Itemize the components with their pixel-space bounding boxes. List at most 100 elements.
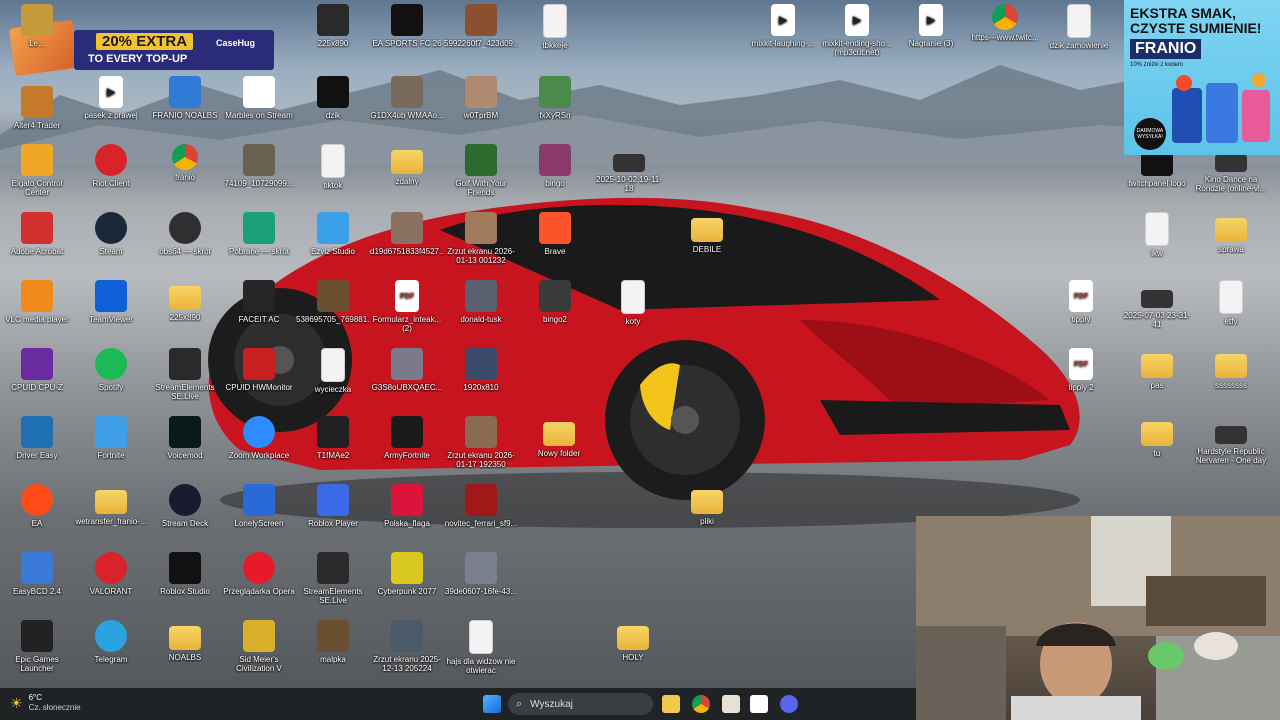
desktop-icon-streamdeck[interactable]: Stream Deck <box>148 484 222 528</box>
discord-icon[interactable] <box>780 695 798 713</box>
desktop-icon-mixkit1[interactable]: ▶ mixkit-laughing-... <box>746 4 820 48</box>
desktop-icon-opera[interactable]: Przeglądarka Opera <box>222 552 296 596</box>
desktop-icon-fortnite[interactable]: Fortnite <box>74 416 148 460</box>
desktop-icon-w0tprbm[interactable]: w0TprBM <box>444 76 518 120</box>
desktop-icon-franio-noalbs[interactable]: FRANIO NOALBS <box>148 76 222 120</box>
desktop-icon-faceit[interactable]: FACEIT AC <box>222 280 296 324</box>
desktop-icon-lonely[interactable]: LonelyScreen <box>222 484 296 528</box>
app-icon[interactable] <box>722 695 740 713</box>
desktop-icon-g3s8[interactable]: G3S8oUBXQAEC... <box>370 348 444 392</box>
desktop-icon-easybcd[interactable]: EasyBCD 2.4 <box>0 552 74 596</box>
file-explorer-icon[interactable] <box>662 695 680 713</box>
desktop-icon-dzik1[interactable]: dzik <box>296 76 370 120</box>
desktop-icon-riot-client[interactable]: Riot Client <box>74 144 148 188</box>
desktop-icon-se-live2[interactable]: StreamElements SE.Live <box>296 552 370 605</box>
desktop-icon-dzik-zam[interactable]: dzik zamowienie <box>1042 4 1116 50</box>
desktop-icon-lkw[interactable]: lkw <box>1120 212 1194 258</box>
desktop-icon-bingo[interactable]: bingo <box>518 144 592 188</box>
desktop-icon-pasek[interactable]: ▶ pasek z prawej <box>74 76 148 120</box>
desktop-icon-telegram[interactable]: Telegram <box>74 620 148 664</box>
desktop-icon-teamviewer[interactable]: TeamViewer <box>74 280 148 324</box>
desktop-icon-bingo2[interactable]: bingo2 <box>518 280 592 324</box>
desktop-icon-59926[interactable]: 5992260f7_423d09... <box>444 4 518 48</box>
desktop-icon-valorant[interactable]: VALORANT <box>74 552 148 596</box>
desktop-icon-roblox-player[interactable]: Roblox Player <box>296 484 370 528</box>
desktop-icon-elgato[interactable]: Elgato Control Center <box>0 144 74 197</box>
desktop-icon-cpuz[interactable]: CPUID CPU-Z <box>0 348 74 392</box>
desktop-icon-sprawa[interactable]: sprawa <box>1194 212 1268 254</box>
desktop-icon-zrzut1[interactable]: Zrzut ekranu 2026-01-13 001232 <box>444 212 518 265</box>
weather-widget[interactable]: ☀ 6°C Cz. słonecznie <box>10 693 81 713</box>
desktop-icon-golf[interactable]: Golf With Your Friends <box>444 144 518 197</box>
desktop-icon-cyberpunk[interactable]: Cyberpunk 2077 <box>370 552 444 596</box>
desktop-icon-debile[interactable]: DEBILE <box>670 212 744 254</box>
desktop-icon-video2025[interactable]: 2025-10-02 19-11-18 <box>592 144 666 193</box>
desktop-icon-zrzut2[interactable]: Zrzut ekranu 2026-01-17 192350 <box>444 416 518 469</box>
desktop-icon-newfolder[interactable]: Nowy folder <box>522 416 596 458</box>
notepad-icon[interactable] <box>750 695 768 713</box>
desktop-icon-ea[interactable]: EA <box>0 484 74 528</box>
desktop-icon-brave[interactable]: Brave <box>518 212 592 256</box>
desktop-icon-steam[interactable]: Steam <box>74 212 148 256</box>
desktop-icon-wetransfer[interactable]: wetransfer_franio-... <box>74 484 148 526</box>
desktop-icon-d19d[interactable]: d19d6751833f4527... <box>370 212 444 256</box>
desktop-icon-tu[interactable]: tu <box>1120 416 1194 458</box>
desktop-icon-tiktok[interactable]: tiktok <box>296 144 370 190</box>
desktop-icon-img5386[interactable]: 538695705_769881... <box>296 280 370 324</box>
desktop-icon-39de[interactable]: 39de0607-16fe-43... <box>444 552 518 596</box>
desktop-icon-donald[interactable]: donald-tusk <box>444 280 518 324</box>
chrome-icon[interactable] <box>692 695 710 713</box>
desktop-icon-hardstyle[interactable]: Hardstyle Republic Nervaren - One day <box>1194 416 1268 465</box>
desktop-icon-wycieczka[interactable]: wycieczka <box>296 348 370 394</box>
desktop-icon-pas[interactable]: pas <box>1120 348 1194 390</box>
desktop-icon-video0723[interactable]: 2025-07-03 23-31-41 <box>1120 280 1194 329</box>
desktop-icon-pobrane[interactable]: Pobrane — skrót <box>222 212 296 256</box>
desktop-icon-polska[interactable]: Polska_flaga <box>370 484 444 528</box>
desktop-icon-altair[interactable]: Alter4 Trader <box>0 86 74 130</box>
search-box[interactable]: ⌕ Wyszukaj <box>508 693 653 715</box>
desktop-icon-roblox-studio[interactable]: Roblox Studio <box>148 552 222 596</box>
desktop-icon-holy[interactable]: HOLY <box>596 620 670 662</box>
desktop-icon-voicemod[interactable]: Voicemod <box>148 416 222 460</box>
desktop-icon-225x890b[interactable]: 225x890 <box>296 4 370 48</box>
desktop-icon-novitec[interactable]: novitec_ferrari_sf9... <box>444 484 518 528</box>
desktop-icon-vlc[interactable]: VLC media player <box>0 280 74 324</box>
desktop-icon-tipply[interactable]: PDF tipply <box>1044 280 1118 324</box>
desktop-icon-1920x810[interactable]: 1920x810 <box>444 348 518 392</box>
desktop-icon-koty[interactable]: koty <box>596 280 670 326</box>
desktop-icon-spotify[interactable]: Spotify <box>74 348 148 392</box>
desktop-icon-tipply2[interactable]: PDF tipply 2 <box>1044 348 1118 392</box>
desktop-icon-marbles[interactable]: Marbles on Stream <box>222 76 296 120</box>
desktop-icon-noalbs[interactable]: NOALBS <box>148 620 222 662</box>
desktop-icon-riot1[interactable]: Le... <box>0 4 74 48</box>
desktop-icon-fc26[interactable]: EA SPORTS FC 26 <box>370 4 444 48</box>
desktop-icon-img74[interactable]: 74109_10729099... <box>222 144 296 188</box>
desktop-icon-hwmonitor[interactable]: CPUID HWMonitor <box>222 348 296 392</box>
desktop-icon-sssssss[interactable]: ssssssss <box>1194 348 1268 390</box>
desktop-icon-epic[interactable]: Epic Games Launcher <box>0 620 74 673</box>
desktop-icon-driver[interactable]: Driver Easy <box>0 416 74 460</box>
desktop-icon-franio-chrome[interactable]: franio <box>148 144 222 182</box>
desktop-icon-zdalny[interactable]: zdalny <box>370 144 444 186</box>
desktop-icon-malpka[interactable]: malpka <box>296 620 370 664</box>
desktop-icon-mixkit2[interactable]: ▶ mixkit-ending-sho...(mp3cut.net) <box>820 4 894 57</box>
desktop-icon-armyfortnite[interactable]: ArmyFortnite <box>370 416 444 460</box>
desktop-icon-acrobat[interactable]: Adobe Acrobat <box>0 212 74 256</box>
desktop-icon-tbkkeje[interactable]: tbkkeje <box>518 4 592 50</box>
desktop-icon-fxxyrsn[interactable]: fxXyRSn <box>518 76 592 120</box>
desktop-icon-zoom[interactable]: Zoom Workplace <box>222 416 296 460</box>
desktop-icon-ezviz[interactable]: Ezviz Studio <box>296 212 370 256</box>
desktop-icon-225x90[interactable]: 225x890 <box>148 280 222 322</box>
start-icon[interactable] <box>483 695 501 713</box>
desktop-icon-pliki[interactable]: pliki <box>670 484 744 526</box>
desktop-icon-hajs[interactable]: hajs dla widzow nie otwierac <box>444 620 518 675</box>
desktop-icon-civ5[interactable]: Sid Meier's Civilization V <box>222 620 296 673</box>
desktop-icon-obs[interactable]: obs64 — skrót <box>148 212 222 256</box>
desktop-icon-streamelements[interactable]: StreamElements SE.Live <box>148 348 222 401</box>
desktop-icon-g1dx[interactable]: G1DX4ub WMAAo... <box>370 76 444 120</box>
desktop-icon-etfy[interactable]: etfy <box>1194 280 1268 326</box>
desktop-icon-nagranie[interactable]: ▶ Nagranie (3) <box>894 4 968 48</box>
desktop-icon-zrzut3[interactable]: Zrzut ekranu 2025-12-13 205224 <box>370 620 444 673</box>
desktop-icon-twitch[interactable]: https---www.twitc... <box>968 4 1042 42</box>
desktop-icon-t1fmae2[interactable]: T1fMAe2 <box>296 416 370 460</box>
